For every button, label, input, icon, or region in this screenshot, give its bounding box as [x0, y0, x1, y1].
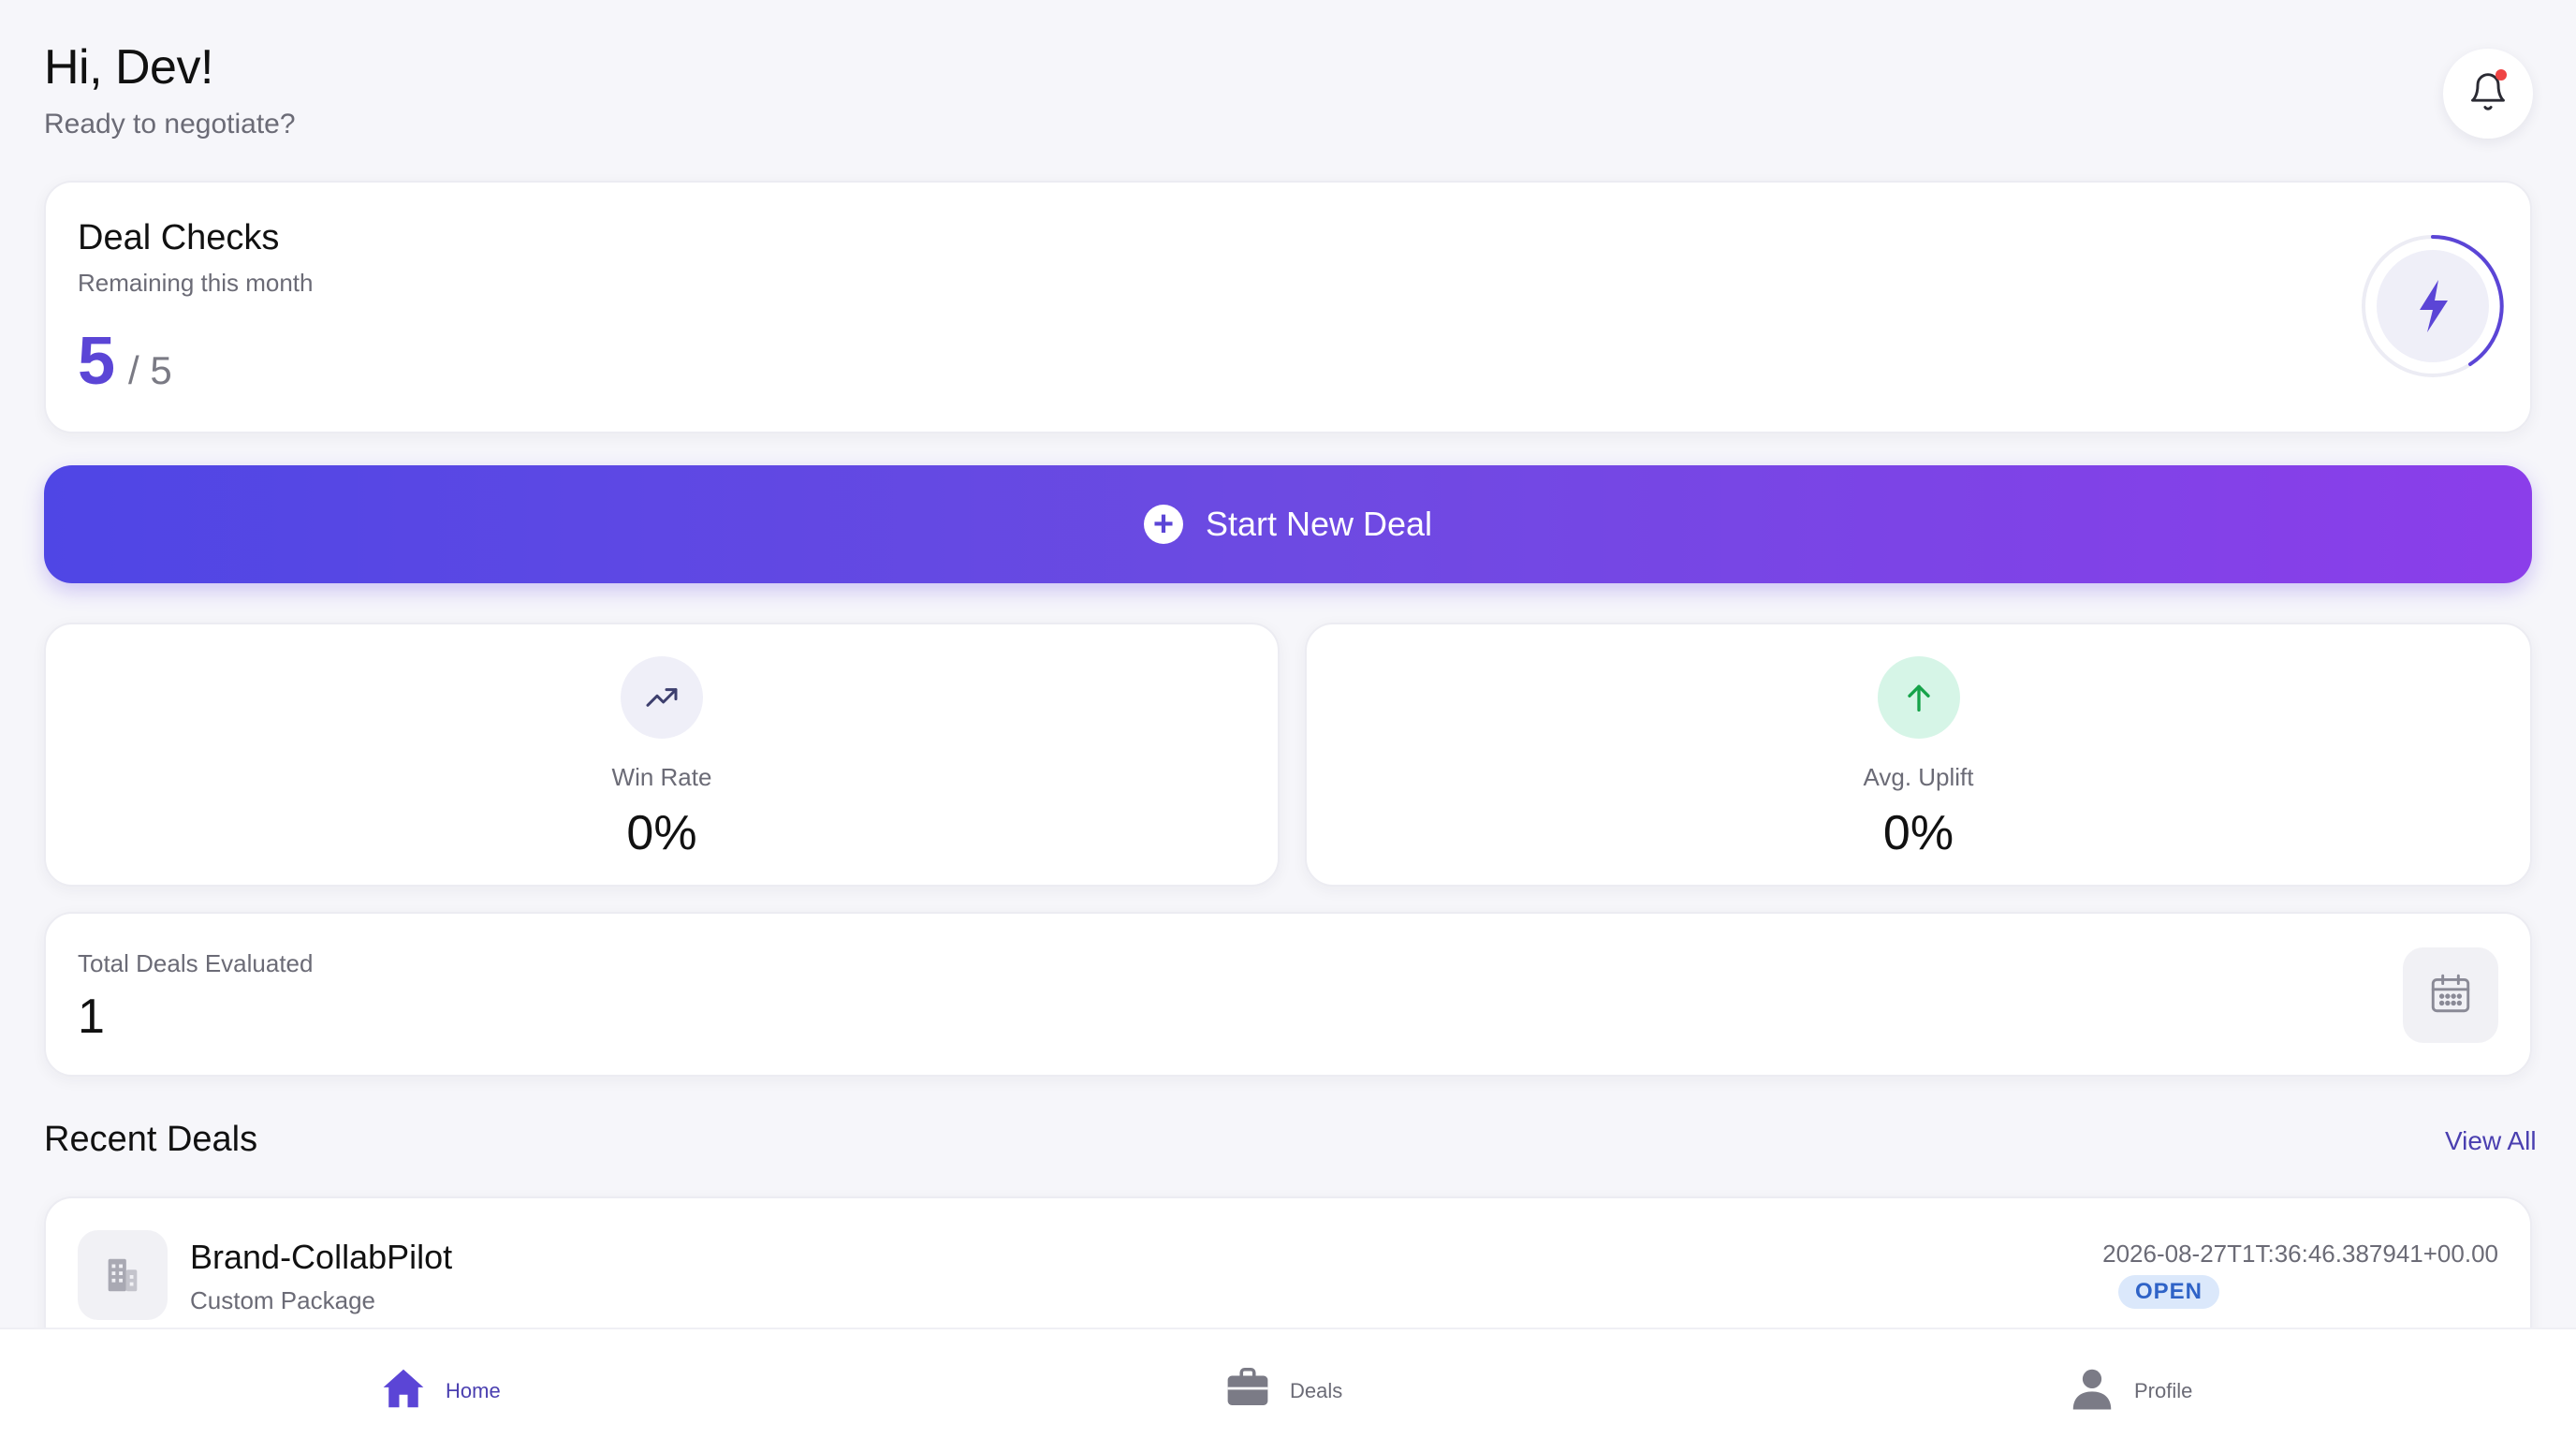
win-rate-label: Win Rate — [611, 763, 712, 791]
deal-checks-subtitle: Remaining this month — [78, 269, 314, 297]
nav-item-deals[interactable]: Deals — [1222, 1363, 1342, 1418]
deal-checks-card: Deal Checks Remaining this month 5 / 5 — [44, 181, 2532, 433]
building-icon — [78, 1230, 168, 1320]
avg-uplift-label: Avg. Uplift — [1863, 763, 1974, 791]
greeting: Hi, Dev! — [44, 40, 213, 95]
recent-deals-title: Recent Deals — [44, 1120, 258, 1159]
notification-dot — [2496, 69, 2507, 81]
calendar-button[interactable] — [2403, 947, 2498, 1043]
home-screen: Hi, Dev! Ready to negotiate? Deal Checks… — [0, 0, 2576, 1438]
start-new-deal-button[interactable]: + Start New Deal — [44, 465, 2532, 583]
win-rate-card: Win Rate 0% — [44, 623, 1280, 887]
deal-type: Custom Package — [190, 1286, 375, 1314]
nav-item-profile[interactable]: Profile — [2067, 1363, 2192, 1418]
trending-up-icon — [621, 656, 703, 739]
bottom-nav: Home Deals Profile — [0, 1328, 2576, 1438]
subgreeting: Ready to negotiate? — [44, 109, 296, 139]
deal-checks-total: / 5 — [128, 348, 172, 392]
deal-checks-count: 5 / 5 — [78, 323, 172, 400]
arrow-up-icon — [1877, 656, 1960, 739]
deal-checks-progress-ring — [2362, 235, 2504, 377]
total-deals-label: Total Deals Evaluated — [78, 949, 314, 977]
total-deals-card: Total Deals Evaluated 1 — [44, 912, 2532, 1077]
nav-label-profile: Profile — [2134, 1378, 2193, 1402]
view-all-link[interactable]: View All — [2445, 1126, 2537, 1156]
status-badge: OPEN — [2118, 1275, 2220, 1309]
deal-name: Brand-CollabPilot — [190, 1238, 453, 1276]
home-icon — [378, 1363, 429, 1418]
deal-checks-remaining: 5 — [78, 324, 116, 399]
avg-uplift-value: 0% — [1882, 806, 1954, 860]
nav-label-deals: Deals — [1290, 1378, 1343, 1402]
calendar-icon — [2427, 970, 2474, 1021]
total-deals-value: 1 — [78, 990, 105, 1044]
header: Hi, Dev! Ready to negotiate? — [44, 39, 296, 140]
win-rate-value: 0% — [626, 806, 697, 860]
start-new-deal-label: Start New Deal — [1205, 505, 1433, 543]
nav-item-home[interactable]: Home — [378, 1363, 501, 1418]
nav-label-home: Home — [446, 1378, 501, 1402]
deal-checks-title: Deal Checks — [78, 218, 280, 257]
avg-uplift-card: Avg. Uplift 0% — [1305, 623, 2532, 887]
notifications-button[interactable] — [2443, 49, 2533, 139]
deal-date: 2026-08-27T1T:36:46.387941+00.00 — [2102, 1240, 2498, 1268]
plus-circle-icon: + — [1143, 505, 1183, 544]
user-icon — [2067, 1363, 2117, 1418]
briefcase-icon — [1222, 1363, 1273, 1418]
